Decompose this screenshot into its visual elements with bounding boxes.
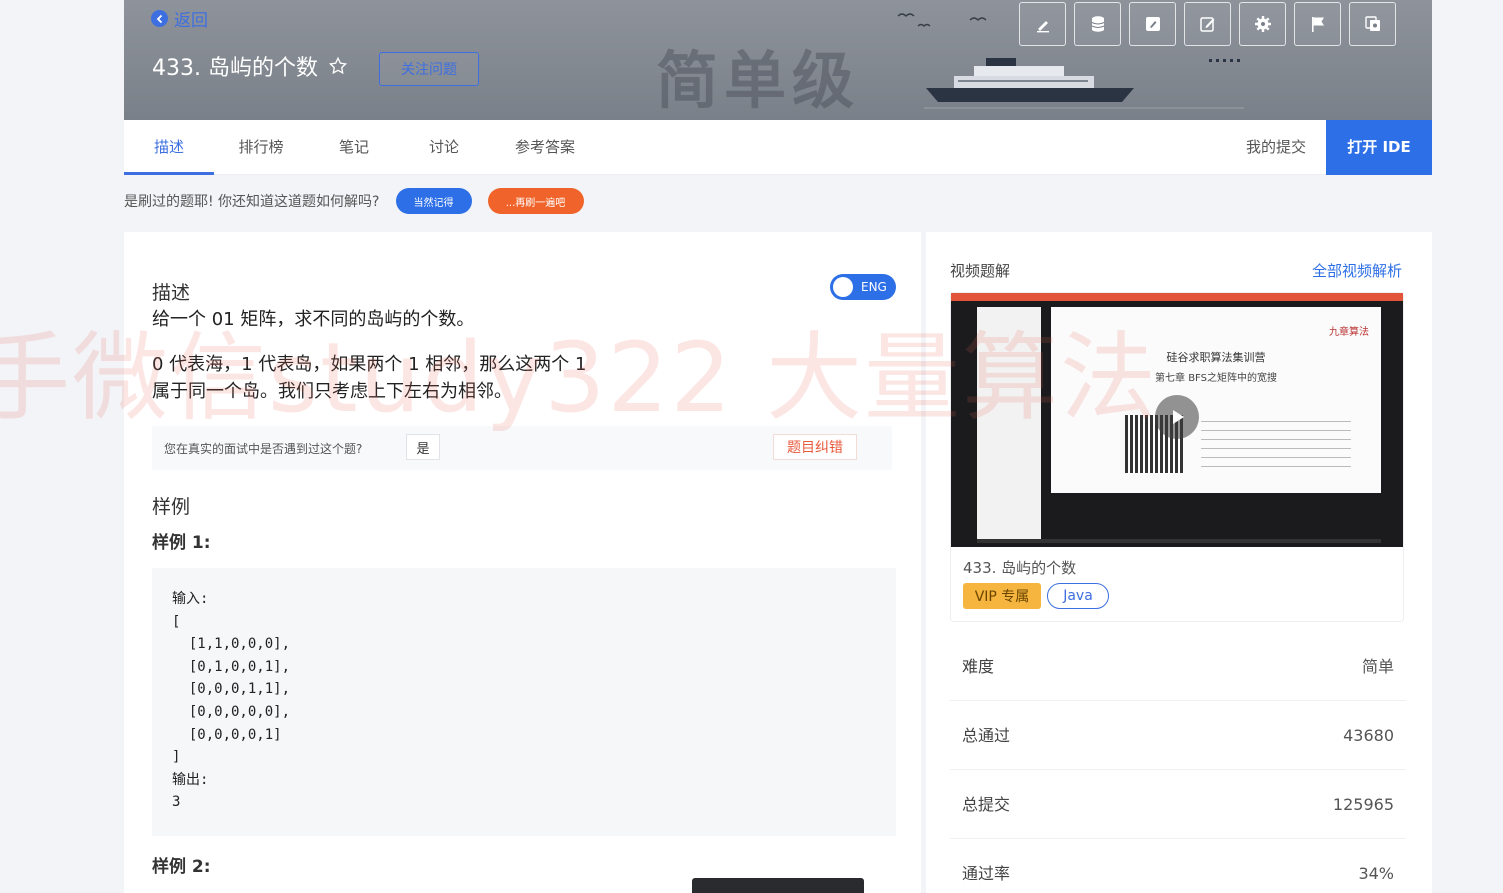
video-caption: 433. 岛屿的个数 xyxy=(963,559,1077,577)
my-submissions-link[interactable]: 我的提交 xyxy=(1246,120,1306,175)
video-solution-title: 视频题解 xyxy=(950,262,1011,280)
pen-tool-button[interactable] xyxy=(1019,2,1066,46)
stat-acceptance-rate: 通过率 34% xyxy=(950,839,1406,893)
back-arrow-icon xyxy=(151,10,168,27)
tab-description[interactable]: 描述 xyxy=(124,120,214,175)
description-line-2: 0 代表海，1 代表岛，如果两个 1 相邻，那么这两个 1 xyxy=(152,354,587,375)
video-progress-bar[interactable] xyxy=(977,539,1381,543)
tab-leaderboard[interactable]: 排行榜 xyxy=(221,120,301,175)
sidebar: 视频题解 全部视频解析 九章算法 硅谷求职算法集训营 第七章 BFS之矩阵中的宽… xyxy=(926,232,1432,893)
flag-icon xyxy=(1311,17,1324,32)
edit-icon xyxy=(1199,17,1214,32)
problem-title-row: 433. 岛屿的个数 xyxy=(152,50,348,82)
stat-label: 难度 xyxy=(962,657,995,676)
tab-notes[interactable]: 笔记 xyxy=(320,120,388,175)
follow-question-button[interactable]: 关注问题 xyxy=(379,52,479,86)
language-badge: Java xyxy=(1047,583,1109,609)
example-1-label: 样例 1: xyxy=(152,533,211,553)
language-toggle[interactable]: ENG xyxy=(830,274,896,300)
stat-value: 43680 xyxy=(1343,726,1394,745)
page-wrapper: 返回 433. 岛屿的个数 关注问题 简单级 描述 排行榜 笔记 讨论 参考答案… xyxy=(124,0,1432,893)
settings-tool-button[interactable] xyxy=(1239,2,1286,46)
code-line: [0,0,0,0,1] xyxy=(172,726,282,743)
level-banner-text: 简单级 xyxy=(656,44,861,117)
code-line: [0,0,0,0,0], xyxy=(172,703,291,720)
tab-reference-answer[interactable]: 参考答案 xyxy=(500,120,590,175)
note-tool-button[interactable] xyxy=(1129,2,1176,46)
slide-title: 硅谷求职算法集训营 xyxy=(1166,351,1266,364)
flag-tool-button[interactable] xyxy=(1294,2,1341,46)
birds-illustration xyxy=(897,13,987,27)
language-toggle-label: ENG xyxy=(861,280,887,294)
problem-banner: 返回 433. 岛屿的个数 关注问题 简单级 xyxy=(124,0,1432,120)
stat-difficulty: 难度 简单 xyxy=(950,632,1406,701)
stat-value: 34% xyxy=(1358,864,1394,883)
tab-bar: 描述 排行榜 笔记 讨论 参考答案 我的提交 打开 IDE xyxy=(124,120,1432,175)
edit-tool-button[interactable] xyxy=(1184,2,1231,46)
stat-label: 总提交 xyxy=(962,795,1011,814)
code-line: [0,1,0,0,1], xyxy=(172,658,291,675)
example-1-code: 输入: [ [1,1,0,0,0], [0,1,0,0,1], [0,0,0,1… xyxy=(152,568,896,836)
note-icon xyxy=(1145,17,1160,31)
code-line: ] xyxy=(172,749,181,766)
slide-thumbnails xyxy=(977,307,1041,539)
remember-button[interactable]: 当然记得 xyxy=(395,188,472,214)
vip-badge: VIP 专属 xyxy=(963,583,1041,609)
copy-tool-button[interactable] xyxy=(1349,2,1396,46)
toolbar xyxy=(1019,2,1396,46)
play-button[interactable] xyxy=(1155,395,1199,439)
slide-text-lines xyxy=(1201,421,1351,467)
all-videos-link[interactable]: 全部视频解析 xyxy=(1312,260,1402,281)
video-thumbnail[interactable]: 九章算法 硅谷求职算法集训营 第七章 BFS之矩阵中的宽搜 xyxy=(951,293,1403,547)
solved-hint-text: 是刷过的题耶! 你还知道这道题如何解吗? xyxy=(124,194,380,210)
solved-hint-row: 是刷过的题耶! 你还知道这道题如何解吗? 当然记得 ...再刷一遍吧 xyxy=(124,188,584,214)
video-card[interactable]: 九章算法 硅谷求职算法集训营 第七章 BFS之矩阵中的宽搜 433. 岛屿的个数… xyxy=(950,292,1404,622)
slide-brand: 九章算法 xyxy=(1329,327,1369,338)
problem-title: 433. 岛屿的个数 xyxy=(152,56,318,81)
tab-discussion[interactable]: 讨论 xyxy=(410,120,478,175)
stat-value: 125965 xyxy=(1332,795,1394,814)
stat-total-submissions: 总提交 125965 xyxy=(950,770,1406,839)
interview-question-bar: 您在真实的面试中是否遇到过这个题? 是 题目纠错 xyxy=(152,426,892,470)
slide-subtitle: 第七章 BFS之矩阵中的宽搜 xyxy=(1155,373,1277,384)
description-line-3: 属于同一个岛。我们只考虑上下左右为相邻。 xyxy=(152,381,512,402)
redo-button[interactable]: ...再刷一遍吧 xyxy=(487,188,584,214)
database-icon xyxy=(1091,16,1104,32)
play-icon xyxy=(1173,410,1184,424)
video-window-bar xyxy=(951,293,1403,301)
gear-icon xyxy=(1254,16,1271,32)
bottom-tooltip xyxy=(692,878,864,893)
code-line: [ xyxy=(172,613,181,630)
pen-icon xyxy=(1036,21,1049,33)
code-line: [1,1,0,0,0], xyxy=(172,636,291,653)
stat-label: 通过率 xyxy=(962,864,1011,883)
code-line: 输入: xyxy=(172,591,209,607)
back-label: 返回 xyxy=(174,11,208,31)
code-line: [0,0,0,1,1], xyxy=(172,681,291,698)
description-card: 描述 ENG 给一个 01 矩阵，求不同的岛屿的个数。 0 代表海，1 代表岛，… xyxy=(124,232,921,893)
star-icon[interactable] xyxy=(328,56,348,76)
stat-label: 总通过 xyxy=(962,726,1011,745)
stat-value: 简单 xyxy=(1361,657,1394,676)
report-error-button[interactable]: 题目纠错 xyxy=(773,434,857,460)
code-line: 3 xyxy=(172,794,181,811)
back-link[interactable]: 返回 xyxy=(151,6,208,31)
database-tool-button[interactable] xyxy=(1074,2,1121,46)
examples-heading: 样例 xyxy=(152,496,191,518)
stat-total-accepted: 总通过 43680 xyxy=(950,701,1406,770)
interview-yes-button[interactable]: 是 xyxy=(406,434,440,460)
interview-question-text: 您在真实的面试中是否遇到过这个题? xyxy=(164,442,363,456)
open-ide-button[interactable]: 打开 IDE xyxy=(1326,120,1432,175)
slide-preview: 九章算法 硅谷求职算法集训营 第七章 BFS之矩阵中的宽搜 xyxy=(1051,307,1381,493)
example-2-label: 样例 2: xyxy=(152,857,211,877)
copy-icon xyxy=(1364,16,1380,31)
description-heading: 描述 xyxy=(152,282,191,304)
code-line: 输出: xyxy=(172,771,209,788)
ship-illustration xyxy=(924,58,1244,109)
description-line-1: 给一个 01 矩阵，求不同的岛屿的个数。 xyxy=(152,309,475,330)
toggle-knob xyxy=(833,277,853,297)
